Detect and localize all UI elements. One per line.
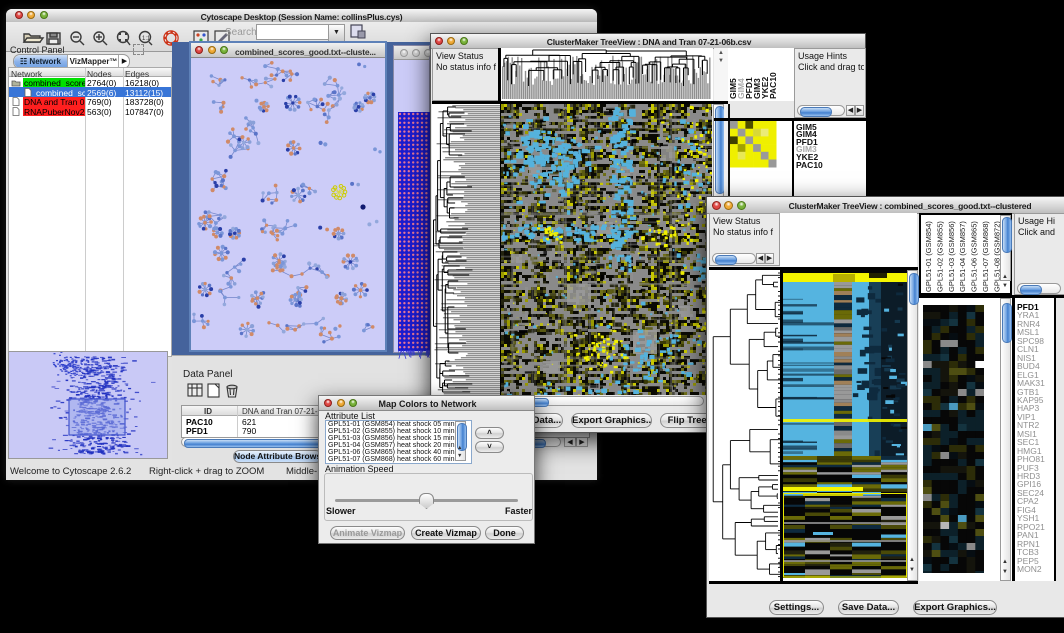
- svg-text:GPL51-01 (GSM854): GPL51-01 (GSM854): [924, 221, 933, 292]
- svg-text:1:1: 1:1: [142, 36, 151, 42]
- svg-text:GPL51-02 (GSM855): GPL51-02 (GSM855): [935, 221, 944, 292]
- svg-text:GPL51-04 (GSM857): GPL51-04 (GSM857): [958, 221, 967, 292]
- svg-text:PAC10: PAC10: [768, 72, 778, 99]
- svg-text:GPL51-03 (GSM856): GPL51-03 (GSM856): [947, 221, 956, 292]
- svg-text:GPL51-07 (GSM868): GPL51-07 (GSM868): [981, 221, 990, 292]
- svg-text:GPL51-06 (GSM865): GPL51-06 (GSM865): [970, 221, 979, 292]
